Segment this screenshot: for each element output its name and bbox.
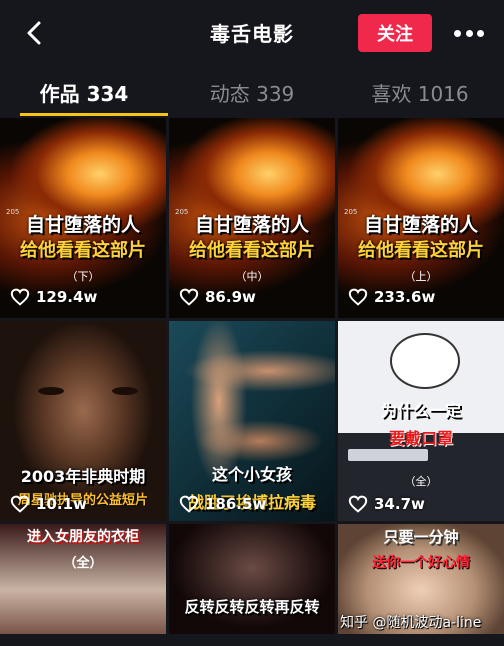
thumbnail-art xyxy=(348,449,428,461)
thumbnail-caption-line1: 自甘堕落的人 xyxy=(363,214,478,236)
like-count: 86.9w xyxy=(179,288,256,306)
like-count-value: 34.7w xyxy=(374,495,425,513)
thumbnail-caption-line1: 自甘堕落的人 xyxy=(25,214,140,236)
video-thumbnail[interactable]: 205 自甘堕落的人 给他看看这部片 （中） 86.9w xyxy=(169,118,335,318)
tab-activity[interactable]: 动态 339 xyxy=(168,66,336,116)
thumbnail-caption-line2: 要戴口罩 xyxy=(388,429,453,448)
like-count-value: 86.9w xyxy=(205,288,256,306)
like-count: 129.4w xyxy=(10,288,97,306)
thumbnail-art xyxy=(38,387,138,401)
follow-button[interactable]: 关注 xyxy=(358,14,432,52)
video-thumbnail[interactable]: 205 自甘堕落的人 给他看看这部片 （下） 129.4w xyxy=(0,118,166,318)
heart-icon xyxy=(179,495,199,513)
thumbnail-caption-line1: 反转反转反转再反转 xyxy=(184,598,320,616)
video-thumbnail[interactable]: 205 自甘堕落的人 给他看看这部片 （上） 233.6w xyxy=(338,118,504,318)
thumbnail-part: （上） xyxy=(404,270,438,283)
like-count: 34.7w xyxy=(348,495,425,513)
like-count-value: 186.5w xyxy=(205,495,267,513)
heart-icon xyxy=(10,495,30,513)
like-count-value: 233.6w xyxy=(374,288,436,306)
heart-icon xyxy=(348,288,368,306)
thumbnail-art xyxy=(390,333,460,389)
video-grid: 205 自甘堕落的人 给他看看这部片 （下） 129.4w 205 自甘堕落的人… xyxy=(0,118,504,634)
more-dots-icon[interactable] xyxy=(454,28,484,38)
thumbnail-part: （下） xyxy=(66,270,100,283)
top-bar: 毒舌电影 关注 xyxy=(0,0,504,66)
tab-works[interactable]: 作品 334 xyxy=(0,66,168,116)
video-thumbnail[interactable]: 反转反转反转再反转 xyxy=(169,524,335,634)
thumbnail-caption-line1: 只要一分钟 xyxy=(383,528,459,546)
thumbnail-caption-line1: 自甘堕落的人 xyxy=(194,214,309,236)
tab-likes[interactable]: 喜欢 1016 xyxy=(336,66,504,116)
heart-icon xyxy=(179,288,199,306)
heart-icon xyxy=(10,288,30,306)
thumbnail-caption-line2: 送你一个好心情 xyxy=(372,555,470,571)
thumbnail-caption-line1: 2003年非典时期 xyxy=(20,467,146,486)
video-thumbnail[interactable]: 为什么一定 要戴口罩 （全） 34.7w xyxy=(338,321,504,521)
thumbnail-caption-line1: 进入女朋友的衣柜 xyxy=(27,529,139,545)
like-count: 186.5w xyxy=(179,495,266,513)
like-count-value: 129.4w xyxy=(36,288,98,306)
heart-icon xyxy=(348,495,368,513)
watermark: 知乎 @随机波动a-line xyxy=(340,615,482,631)
thumbnail-caption-line1: 为什么一定 xyxy=(380,401,461,420)
video-thumbnail[interactable]: 这个小女孩 战胜了埃博拉病毒 186.5w xyxy=(169,321,335,521)
thumbnail-part: （中） xyxy=(235,270,269,283)
thumbnail-caption-line1: 这个小女孩 xyxy=(211,465,292,484)
thumbnail-part: （全） xyxy=(404,475,438,488)
like-count: 233.6w xyxy=(348,288,435,306)
video-thumbnail[interactable]: 进入女朋友的衣柜 （全） xyxy=(0,524,166,634)
like-count-value: 10.1w xyxy=(36,495,87,513)
thumbnail-caption-line2: 给他看看这部片 xyxy=(189,240,315,261)
thumbnail-part: （全） xyxy=(63,556,103,571)
thumbnail-caption-line2: 给他看看这部片 xyxy=(358,240,484,261)
thumbnail-caption-line2: 给他看看这部片 xyxy=(20,240,146,261)
profile-tabs: 作品 334 动态 339 喜欢 1016 xyxy=(0,66,504,116)
like-count: 10.1w xyxy=(10,495,87,513)
video-thumbnail[interactable]: 2003年非典时期 周星驰执导的公益短片 10.1w xyxy=(0,321,166,521)
